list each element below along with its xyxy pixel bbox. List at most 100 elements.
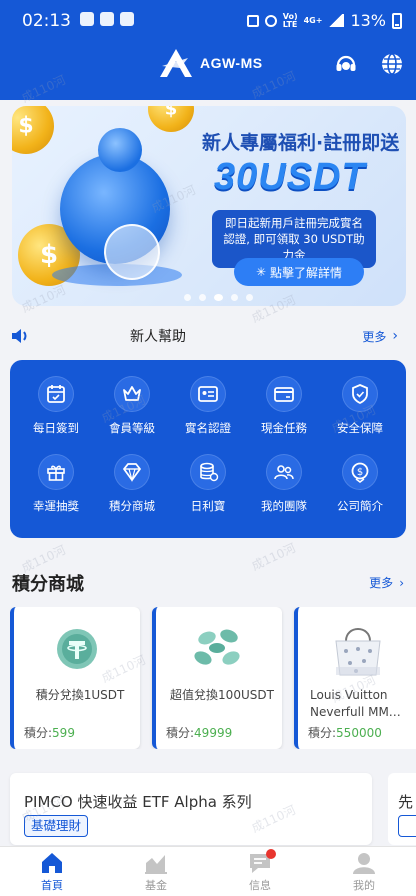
nav-home[interactable]: 首頁 bbox=[0, 847, 104, 896]
feature-label: 我的團隊 bbox=[261, 499, 307, 513]
status-bar: 02:13 Vo) LTE 4G+ 13% bbox=[0, 0, 416, 42]
add-user-bubble bbox=[104, 224, 160, 280]
nav-fund[interactable]: 基金 bbox=[104, 847, 208, 896]
feature-label: 安全保障 bbox=[337, 421, 383, 435]
nav-messages[interactable]: 信息 bbox=[208, 847, 312, 896]
feature-label: 日利寶 bbox=[190, 499, 226, 513]
shield-check-icon bbox=[342, 376, 378, 412]
gift-icon bbox=[38, 454, 74, 490]
product-tag: 基礎理財 bbox=[24, 815, 89, 837]
carousel-dot-active[interactable] bbox=[214, 294, 223, 301]
product-name: PIMCO 快速收益 ETF Alpha 系列 bbox=[24, 793, 252, 811]
mall-item-name: Louis Vuitton Neverfull MM… bbox=[310, 688, 401, 719]
feature-points-mall[interactable]: 積分商城 bbox=[94, 454, 170, 514]
logo-text: AGW-MS bbox=[200, 55, 263, 71]
handbag-icon bbox=[298, 617, 416, 681]
mall-item-name: 超值兌換100USDT bbox=[170, 688, 274, 702]
chevron-right-icon: › bbox=[399, 575, 404, 590]
feature-security[interactable]: 安全保障 bbox=[322, 376, 398, 436]
user-icon bbox=[353, 852, 375, 874]
carousel-dot[interactable] bbox=[184, 294, 191, 301]
bottom-navigation: 首頁 基金 信息 我的 bbox=[0, 846, 416, 896]
battery-percent: 13% bbox=[350, 11, 386, 30]
feature-company-profile[interactable]: $ 公司簡介 bbox=[322, 454, 398, 514]
home-icon bbox=[42, 852, 62, 873]
unread-badge bbox=[266, 849, 276, 859]
banner-details-button[interactable]: ✳ 點擊了解詳情 bbox=[234, 258, 364, 286]
calendar-icon bbox=[38, 376, 74, 412]
feature-daily-checkin[interactable]: 每日簽到 bbox=[18, 376, 94, 436]
mall-item-name: 積分兌換1USDT bbox=[35, 688, 125, 702]
team-icon bbox=[266, 454, 302, 490]
coin-top-center: $ bbox=[148, 106, 194, 132]
feature-label: 會員等級 bbox=[109, 421, 155, 435]
notice-text: 新人幫助 bbox=[130, 329, 186, 345]
coin-top-left: $ bbox=[12, 106, 54, 154]
product-tag bbox=[398, 815, 416, 837]
feature-member-level[interactable]: 會員等級 bbox=[94, 376, 170, 436]
feature-label: 公司簡介 bbox=[337, 499, 383, 513]
mall-card[interactable]: Louis Vuitton Neverfull MM… 積分:550000 bbox=[294, 607, 416, 749]
chart-icon bbox=[145, 854, 167, 874]
feature-label: 幸運抽獎 bbox=[33, 499, 79, 513]
feature-label: 每日簽到 bbox=[33, 421, 79, 435]
points-mall-more-link[interactable]: 更多 › bbox=[369, 574, 404, 591]
coin-stack-icon bbox=[190, 454, 226, 490]
points-mall-carousel[interactable]: 積分兌換1USDT 積分:599 超值兌換100USDT 積分:49999 Lo… bbox=[10, 607, 416, 749]
logo-mark-icon bbox=[160, 49, 192, 77]
feature-label: 積分商城 bbox=[109, 499, 155, 513]
product-name: 先 bbox=[398, 793, 414, 811]
notice-more-link[interactable]: 更多 › bbox=[362, 328, 398, 345]
feature-label: 實名認證 bbox=[185, 421, 231, 435]
diamond-icon bbox=[114, 454, 150, 490]
photo-icon bbox=[80, 12, 94, 26]
usdt-coins-icon bbox=[156, 617, 282, 681]
notice-bar[interactable]: 新人幫助 更多 › bbox=[10, 322, 406, 350]
feature-label: 現金任務 bbox=[261, 421, 307, 435]
network-type: 4G+ bbox=[303, 15, 323, 25]
carousel-dot[interactable] bbox=[246, 294, 253, 301]
feature-my-team[interactable]: 我的團隊 bbox=[246, 454, 322, 514]
promo-banner[interactable]: $ $ $ 新人專屬福利·註冊即送 30USDT 即日起新用戶註冊完成實名認證,… bbox=[12, 106, 406, 306]
points-mall-title: 積分商城 bbox=[12, 574, 84, 595]
banner-amount: 30USDT bbox=[214, 156, 366, 198]
chevron-right-icon: › bbox=[392, 328, 398, 344]
feature-daily-interest[interactable]: 日利寶 bbox=[170, 454, 246, 514]
status-time: 02:13 bbox=[22, 11, 71, 31]
nfc-icon bbox=[246, 14, 259, 27]
carousel-dot[interactable] bbox=[231, 294, 238, 301]
language-globe-icon[interactable] bbox=[380, 52, 404, 76]
alarm-icon bbox=[264, 14, 277, 27]
status-right: Vo) LTE 4G+ 13% bbox=[246, 11, 402, 30]
mall-item-points: 積分:599 bbox=[24, 726, 75, 740]
signal-icon bbox=[328, 14, 345, 27]
carousel-dot[interactable] bbox=[199, 294, 206, 301]
product-card[interactable]: 先 bbox=[388, 773, 416, 845]
carousel-dots bbox=[184, 294, 253, 301]
notification-icons bbox=[80, 12, 134, 26]
id-card-icon bbox=[190, 376, 226, 412]
dollar-badge-icon: $ bbox=[342, 454, 378, 490]
app-notification-icon bbox=[100, 12, 114, 26]
mall-card[interactable]: 積分兌換1USDT 積分:599 bbox=[10, 607, 140, 749]
wallet-card-icon bbox=[266, 376, 302, 412]
feature-cash-task[interactable]: 現金任務 bbox=[246, 376, 322, 436]
speaker-icon bbox=[12, 329, 27, 343]
feature-grid: 每日簽到 會員等級 實名認證 現金任務 安全保障 幸運抽獎 積分商城 日利寶 我… bbox=[10, 360, 406, 538]
crown-icon bbox=[114, 376, 150, 412]
usdt-coin-icon bbox=[14, 617, 140, 681]
svg-text:$: $ bbox=[357, 467, 363, 478]
line-icon bbox=[120, 12, 134, 26]
feature-identity-verify[interactable]: 實名認證 bbox=[170, 376, 246, 436]
customer-service-icon[interactable] bbox=[334, 52, 358, 76]
mall-item-points: 積分:49999 bbox=[166, 726, 233, 740]
feature-lucky-draw[interactable]: 幸運抽獎 bbox=[18, 454, 94, 514]
volte-indicator: Vo) LTE bbox=[282, 11, 298, 29]
nav-profile[interactable]: 我的 bbox=[312, 847, 416, 896]
sparkle-icon: ✳ bbox=[255, 265, 267, 279]
app-logo: AGW-MS bbox=[158, 48, 263, 78]
mall-card[interactable]: 超值兌換100USDT 積分:49999 bbox=[152, 607, 282, 749]
battery-icon bbox=[392, 12, 402, 29]
watermark: 成110河 bbox=[249, 540, 298, 574]
product-card[interactable]: PIMCO 快速收益 ETF Alpha 系列 基礎理財 bbox=[10, 773, 372, 845]
